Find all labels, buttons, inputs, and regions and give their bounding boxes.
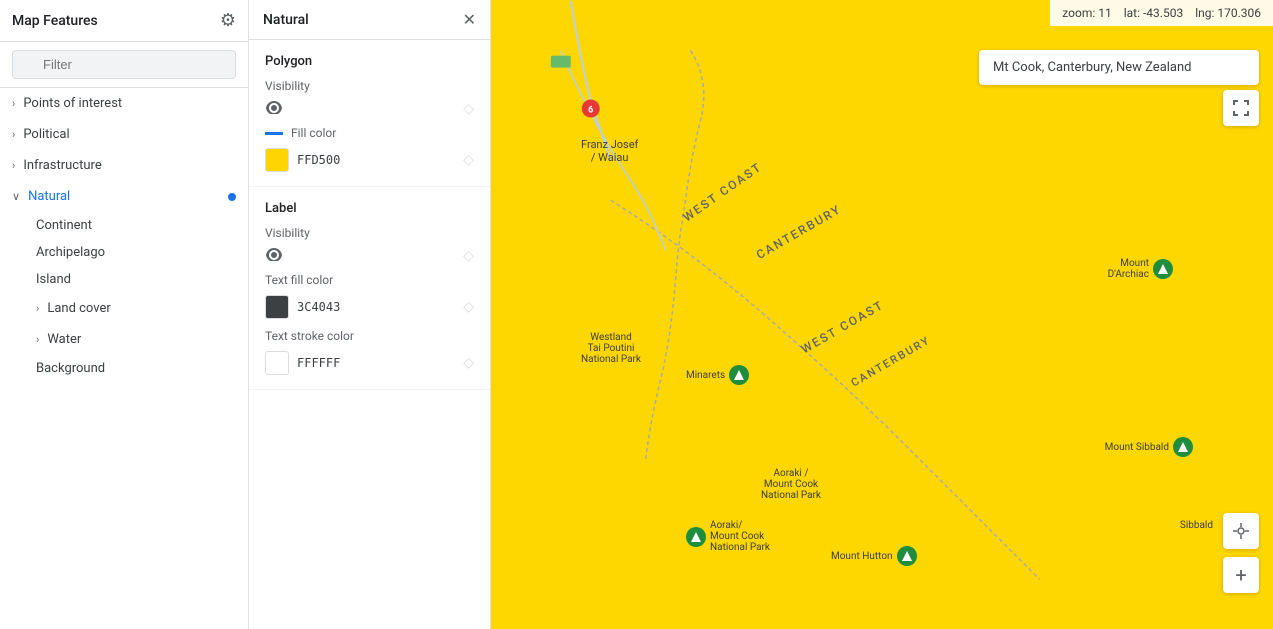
text-fill-color-label: Text fill color: [265, 273, 333, 287]
text-stroke-color-label: Text stroke color: [265, 329, 354, 343]
filter-wrap: ≡: [12, 50, 236, 79]
search-box-text: Mt Cook, Canterbury, New Zealand: [993, 60, 1192, 75]
map-area[interactable]: zoom: 11 lat: -43.503 lng: 170.306 6 Mt …: [491, 0, 1273, 629]
middle-panel-header: Natural ✕: [249, 0, 490, 40]
sidebar-item-label: Points of interest: [23, 96, 122, 111]
fill-color-divider: [265, 132, 283, 135]
sidebar-item-label: Political: [23, 127, 69, 142]
label-section-title: Label: [265, 201, 474, 216]
sidebar-item-political[interactable]: › Political: [0, 119, 248, 150]
zoom-level: zoom: 11: [1062, 6, 1111, 20]
search-box[interactable]: Mt Cook, Canterbury, New Zealand: [979, 50, 1259, 85]
label-diamond-icon[interactable]: ◇: [463, 248, 474, 264]
panel-header: Map Features ⚙: [0, 0, 248, 42]
location-button[interactable]: [1223, 513, 1259, 549]
sidebar-subitem-island[interactable]: Island: [0, 266, 248, 293]
text-fill-swatch-left: 3C4043: [265, 295, 340, 319]
sidebar-item-label: Natural: [28, 189, 70, 204]
fill-color-swatch-row: FFD500 ◇: [265, 148, 474, 172]
text-fill-color-code: 3C4043: [297, 300, 340, 314]
fill-color-left: Fill color: [265, 126, 336, 140]
panel-title: Map Features: [12, 13, 98, 29]
label-section: Label Visibility ◇ Text fill color 3C404…: [249, 187, 490, 390]
sidebar-subitem-archipelago[interactable]: Archipelago: [0, 239, 248, 266]
swatch-left: FFD500: [265, 148, 340, 172]
text-fill-color-row: Text fill color: [265, 273, 474, 287]
polygon-visibility-row: ◇: [265, 99, 474, 118]
sidebar-subitem-background[interactable]: Background: [0, 355, 248, 382]
label-visibility-label: Visibility: [265, 226, 474, 240]
sub-item-label: Land cover: [47, 301, 110, 316]
map-svg: 6: [491, 0, 1273, 629]
sub-item-label: Island: [36, 272, 71, 287]
chevron-right-icon: ›: [12, 128, 15, 141]
text-stroke-color-swatch[interactable]: [265, 351, 289, 375]
active-dot: [228, 193, 236, 201]
filter-bar: ≡: [0, 42, 248, 88]
chevron-right-icon: ›: [12, 97, 15, 110]
fill-color-code: FFD500: [297, 153, 340, 167]
svg-text:6: 6: [588, 106, 593, 116]
sidebar-subitem-land-cover[interactable]: › Land cover: [0, 293, 248, 324]
middle-panel-title: Natural: [263, 12, 309, 28]
sidebar-subitem-water[interactable]: › Water: [0, 324, 248, 355]
middle-panel: Natural ✕ Polygon Visibility ◇ Fill colo…: [249, 0, 491, 629]
visibility-label: Visibility: [265, 79, 474, 93]
fill-color-swatch[interactable]: [265, 148, 289, 172]
sidebar-item-infrastructure[interactable]: › Infrastructure: [0, 150, 248, 181]
sidebar-item-natural[interactable]: ∨ Natural: [0, 181, 248, 212]
polygon-section: Polygon Visibility ◇ Fill color FFD500 ◇: [249, 40, 490, 187]
fill-color-row: Fill color: [265, 126, 474, 140]
sidebar-item-label: Infrastructure: [23, 158, 101, 173]
chevron-down-icon: ∨: [12, 190, 20, 203]
text-stroke-color-code: FFFFFF: [297, 356, 340, 370]
text-fill-swatch-row: 3C4043 ◇: [265, 295, 474, 319]
fullscreen-button[interactable]: [1223, 90, 1259, 126]
chevron-right-icon: ›: [36, 302, 39, 315]
sidebar-item-points-of-interest[interactable]: › Points of interest: [0, 88, 248, 119]
text-stroke-diamond-icon[interactable]: ◇: [463, 355, 474, 371]
sub-item-label: Continent: [36, 218, 92, 233]
gear-icon[interactable]: ⚙: [220, 10, 236, 31]
sidebar-subitem-continent[interactable]: Continent: [0, 212, 248, 239]
sub-item-label: Background: [36, 361, 105, 376]
location-icon: [1232, 522, 1250, 540]
chevron-right-icon: ›: [12, 159, 15, 172]
fullscreen-icon: [1232, 99, 1250, 117]
diamond-icon[interactable]: ◇: [463, 101, 474, 117]
sub-item-label: Archipelago: [36, 245, 105, 260]
close-icon[interactable]: ✕: [463, 10, 476, 29]
sub-item-label: Water: [47, 332, 81, 347]
zoom-in-button[interactable]: +: [1223, 557, 1259, 593]
text-fill-color-swatch[interactable]: [265, 295, 289, 319]
text-stroke-swatch-row: FFFFFF ◇: [265, 351, 474, 375]
lng-value: lng: 170.306: [1195, 6, 1261, 20]
map-top-bar: zoom: 11 lat: -43.503 lng: 170.306: [1050, 0, 1273, 26]
label-eye-icon[interactable]: [265, 246, 283, 265]
left-panel: Map Features ⚙ ≡ › Points of interest › …: [0, 0, 249, 629]
eye-icon[interactable]: [265, 99, 283, 118]
fill-diamond-icon[interactable]: ◇: [463, 152, 474, 168]
polygon-section-title: Polygon: [265, 54, 474, 69]
label-visibility-row: ◇: [265, 246, 474, 265]
lat-value: lat: -43.503: [1124, 6, 1183, 20]
filter-input[interactable]: [12, 50, 236, 79]
fill-color-label: Fill color: [291, 126, 336, 140]
text-stroke-color-row: Text stroke color: [265, 329, 474, 343]
text-fill-diamond-icon[interactable]: ◇: [463, 299, 474, 315]
text-stroke-swatch-left: FFFFFF: [265, 351, 340, 375]
zoom-in-icon: +: [1235, 563, 1246, 587]
chevron-right-icon: ›: [36, 333, 39, 346]
